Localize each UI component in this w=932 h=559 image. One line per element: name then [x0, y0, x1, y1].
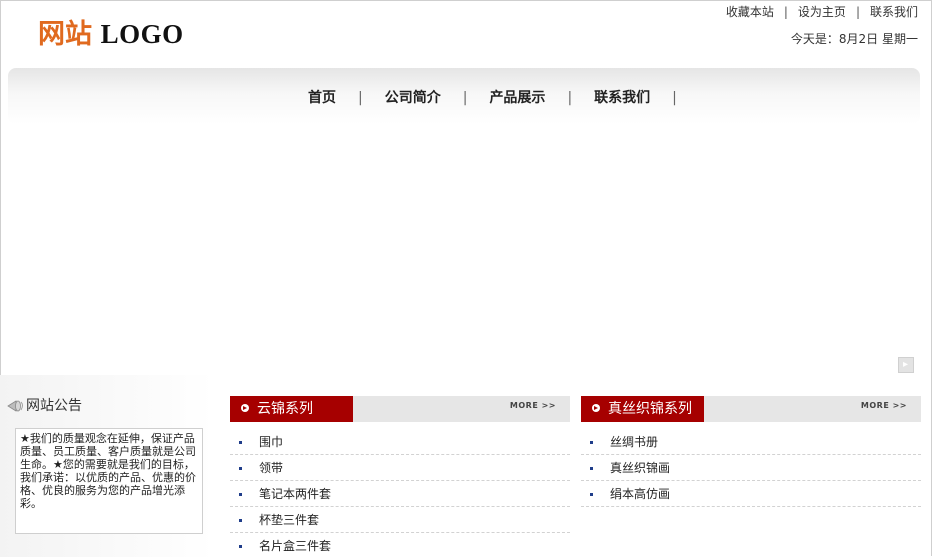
set-home-link[interactable]: 设为主页	[798, 5, 846, 19]
notice-header: 网站公告	[6, 395, 82, 415]
nav-item-products[interactable]: 产品展示	[489, 90, 545, 106]
nav-separator: |	[672, 90, 677, 106]
circle-arrow-icon	[592, 404, 600, 412]
list-item[interactable]: 领带	[230, 456, 570, 481]
section-title-text: 真丝织锦系列	[608, 401, 692, 417]
section-title: 云锦系列	[230, 396, 353, 422]
bookmark-link[interactable]: 收藏本站	[726, 5, 774, 19]
more-link[interactable]: MORE >>	[861, 401, 907, 410]
product-list: 围巾 领带 笔记本两件套 杯垫三件套 名片盒三件套	[230, 430, 570, 558]
nav-item-home[interactable]: 首页	[308, 90, 336, 106]
megaphone-icon	[7, 400, 23, 412]
logo-cn-text: 网站	[38, 19, 92, 50]
product-section-yunjin: 云锦系列 MORE >> 围巾 领带 笔记本两件套 杯垫三件套 名片盒三件套	[230, 396, 570, 559]
list-item[interactable]: 丝绸书册	[581, 430, 921, 455]
list-item[interactable]: 名片盒三件套	[230, 534, 570, 558]
date-text: 今天是：8月2日 星期一	[790, 32, 918, 46]
banner-slide-button[interactable]: ▸	[898, 357, 914, 373]
list-item[interactable]: 杯垫三件套	[230, 508, 570, 533]
notice-content: ★我们的质量观念在延伸，保证产品质量、员工质量、客户质量就是公司生命。★您的需要…	[15, 428, 203, 534]
product-section-silk: 真丝织锦系列 MORE >> 丝绸书册 真丝织锦画 绢本高仿画	[581, 396, 921, 508]
nav-item-contact[interactable]: 联系我们	[594, 90, 650, 106]
separator: |	[855, 5, 860, 19]
site-logo[interactable]: 网站 LOGO	[38, 18, 184, 51]
circle-arrow-icon	[241, 404, 249, 412]
top-links: 收藏本站 | 设为主页 | 联系我们	[726, 3, 918, 20]
nav-separator: |	[358, 90, 363, 106]
main-nav: 首页 | 公司简介 | 产品展示 | 联系我们 |	[8, 68, 920, 124]
nav-separator: |	[462, 90, 468, 106]
list-item[interactable]: 绢本高仿画	[581, 482, 921, 507]
slide-arrow-icon: ▸	[903, 359, 909, 370]
nav-separator: |	[567, 90, 573, 106]
list-item[interactable]: 围巾	[230, 430, 570, 455]
logo-en-text: LOGO	[100, 19, 184, 49]
separator: |	[783, 5, 788, 19]
list-item[interactable]: 笔记本两件套	[230, 482, 570, 507]
list-item[interactable]: 真丝织锦画	[581, 456, 921, 481]
more-link[interactable]: MORE >>	[510, 401, 556, 410]
nav-item-about[interactable]: 公司简介	[385, 90, 441, 106]
notice-title: 网站公告	[26, 398, 82, 414]
section-header: 真丝织锦系列 MORE >>	[581, 396, 921, 422]
section-title-text: 云锦系列	[257, 401, 313, 417]
section-header: 云锦系列 MORE >>	[230, 396, 570, 422]
section-title: 真丝织锦系列	[581, 396, 704, 422]
product-list: 丝绸书册 真丝织锦画 绢本高仿画	[581, 430, 921, 507]
contact-link[interactable]: 联系我们	[870, 5, 918, 19]
